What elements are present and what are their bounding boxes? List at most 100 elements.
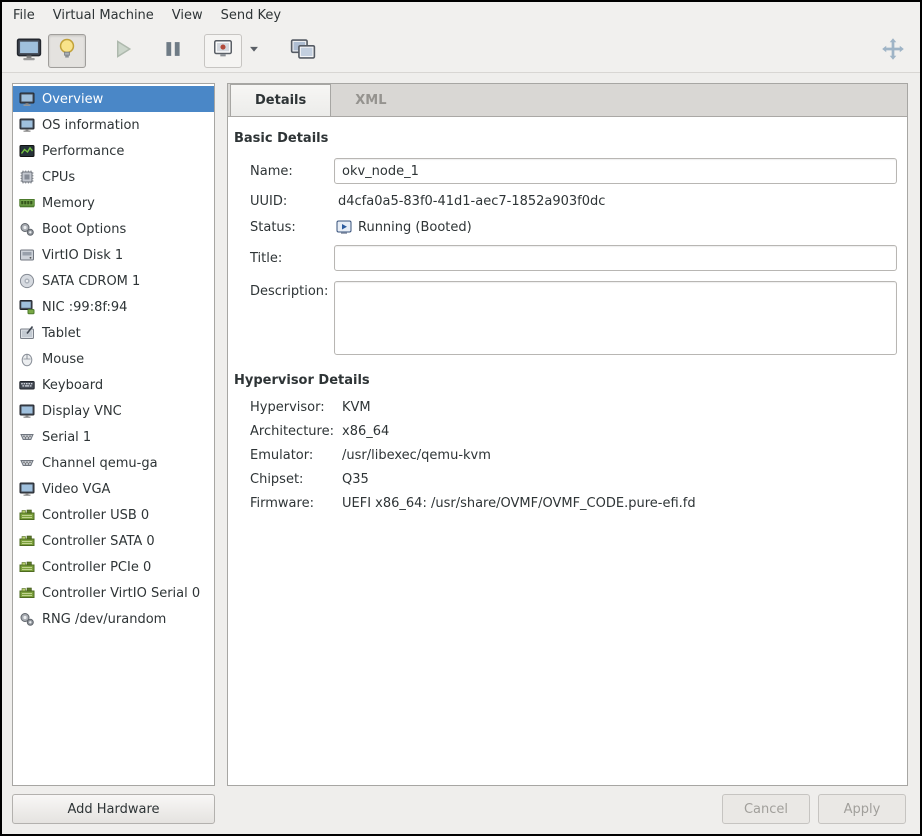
toolbar bbox=[2, 29, 920, 73]
shutdown-button[interactable] bbox=[204, 33, 242, 68]
sidebar-item-performance[interactable]: Performance bbox=[13, 138, 214, 164]
sidebar-item-virtio-disk-1[interactable]: VirtIO Disk 1 bbox=[13, 242, 214, 268]
fullscreen-button[interactable] bbox=[874, 34, 912, 68]
sidebar-item-label: Mouse bbox=[42, 351, 85, 367]
fullscreen-arrows-icon bbox=[881, 37, 905, 64]
sidebar-item-sata-cdrom-1[interactable]: SATA CDROM 1 bbox=[13, 268, 214, 294]
run-button[interactable] bbox=[104, 34, 142, 68]
description-label: Description: bbox=[250, 284, 329, 299]
sidebar-item-video-vga[interactable]: Video VGA bbox=[13, 476, 214, 502]
sidebar-item-label: Boot Options bbox=[42, 221, 127, 237]
mouse-icon bbox=[19, 351, 35, 367]
tab-xml[interactable]: XML bbox=[331, 84, 410, 116]
sidebar-item-controller-sata-0[interactable]: Controller SATA 0 bbox=[13, 528, 214, 554]
sidebar-item-display-vnc[interactable]: Display VNC bbox=[13, 398, 214, 424]
window-body: Overview OS information Performance CPUs… bbox=[2, 73, 920, 786]
sidebar-item-label: VirtIO Disk 1 bbox=[42, 247, 124, 263]
lightbulb-icon bbox=[55, 37, 79, 64]
title-input[interactable] bbox=[334, 245, 897, 271]
sidebar-item-label: Controller VirtIO Serial 0 bbox=[42, 585, 201, 601]
controller-board-icon bbox=[19, 559, 35, 575]
sidebar-item-controller-usb-0[interactable]: Controller USB 0 bbox=[13, 502, 214, 528]
shutdown-icon bbox=[211, 37, 235, 64]
sidebar-item-label: Display VNC bbox=[42, 403, 122, 419]
sidebar-item-tablet[interactable]: Tablet bbox=[13, 320, 214, 346]
name-label: Name: bbox=[250, 163, 293, 179]
emulator-value: /usr/libexec/qemu-kvm bbox=[342, 448, 491, 463]
add-hardware-button[interactable]: Add Hardware bbox=[12, 794, 215, 824]
monitor-icon bbox=[19, 91, 35, 107]
cdrom-icon bbox=[19, 273, 35, 289]
sidebar-item-label: Controller PCIe 0 bbox=[42, 559, 152, 575]
firmware-label: Firmware: bbox=[250, 496, 314, 511]
chipset-value: Q35 bbox=[342, 472, 369, 487]
footer-actions: Cancel Apply bbox=[722, 794, 906, 824]
name-input[interactable] bbox=[334, 158, 897, 184]
status-value-row: Running (Booted) bbox=[334, 219, 897, 235]
cancel-button[interactable]: Cancel bbox=[722, 794, 810, 824]
console-monitor-icon bbox=[16, 36, 42, 65]
details-notebook: Details XML Basic Details Name: UUID: d4… bbox=[227, 83, 908, 786]
sidebar-item-keyboard[interactable]: Keyboard bbox=[13, 372, 214, 398]
emulator-label: Emulator: bbox=[250, 448, 314, 463]
cpu-icon bbox=[19, 169, 35, 185]
serial-port-icon bbox=[19, 429, 35, 445]
snapshots-button[interactable] bbox=[284, 34, 322, 68]
performance-graph-icon bbox=[19, 143, 35, 159]
sidebar-item-os-information[interactable]: OS information bbox=[13, 112, 214, 138]
sidebar-item-label: Memory bbox=[42, 195, 95, 211]
play-icon bbox=[111, 37, 135, 64]
description-input[interactable] bbox=[334, 281, 897, 355]
monitor-icon bbox=[19, 481, 35, 497]
sidebar-item-label: Video VGA bbox=[42, 481, 111, 497]
sidebar-item-nic[interactable]: NIC :99:8f:94 bbox=[13, 294, 214, 320]
monitor-icon bbox=[19, 117, 35, 133]
hypervisor-details-form: Hypervisor: KVM Architecture: x86_64 Emu… bbox=[250, 400, 897, 511]
sidebar-item-memory[interactable]: Memory bbox=[13, 190, 214, 216]
hardware-details-button[interactable] bbox=[48, 33, 86, 68]
console-button[interactable] bbox=[10, 34, 48, 68]
pause-button[interactable] bbox=[154, 34, 192, 68]
snapshots-icon bbox=[290, 36, 316, 65]
hypervisor-value: KVM bbox=[342, 400, 371, 415]
hypervisor-details-heading: Hypervisor Details bbox=[234, 373, 370, 388]
sidebar-item-label: CPUs bbox=[42, 169, 76, 185]
gears-icon bbox=[19, 221, 35, 237]
menu-file[interactable]: File bbox=[4, 4, 44, 27]
disk-icon bbox=[19, 247, 35, 263]
details-content: Basic Details Name: UUID: d4cfa0a5-83f0-… bbox=[228, 117, 907, 785]
sidebar-item-overview[interactable]: Overview bbox=[13, 86, 214, 112]
status-label: Status: bbox=[250, 219, 296, 235]
sidebar-item-label: Serial 1 bbox=[42, 429, 92, 445]
sidebar-item-mouse[interactable]: Mouse bbox=[13, 346, 214, 372]
menubar: File Virtual Machine View Send Key bbox=[2, 2, 920, 29]
keyboard-icon bbox=[19, 377, 35, 393]
sidebar-item-boot-options[interactable]: Boot Options bbox=[13, 216, 214, 242]
sidebar-item-serial-1[interactable]: Serial 1 bbox=[13, 424, 214, 450]
sidebar-item-cpus[interactable]: CPUs bbox=[13, 164, 214, 190]
tab-details[interactable]: Details bbox=[230, 84, 332, 116]
sidebar-item-label: RNG /dev/urandom bbox=[42, 611, 167, 627]
firmware-value: UEFI x86_64: /usr/share/OVMF/OVMF_CODE.p… bbox=[342, 496, 696, 511]
shutdown-menu-button[interactable] bbox=[242, 34, 266, 68]
menu-virtual-machine[interactable]: Virtual Machine bbox=[44, 4, 163, 27]
gears-icon bbox=[19, 611, 35, 627]
basic-details-form: Name: UUID: d4cfa0a5-83f0-41d1-aec7-1852… bbox=[250, 158, 897, 355]
controller-board-icon bbox=[19, 533, 35, 549]
sidebar-item-rng[interactable]: RNG /dev/urandom bbox=[13, 606, 214, 632]
status-value: Running (Booted) bbox=[358, 219, 472, 235]
sidebar-item-label: Keyboard bbox=[42, 377, 104, 393]
sidebar-item-controller-virtio-serial-0[interactable]: Controller VirtIO Serial 0 bbox=[13, 580, 214, 606]
sidebar-item-controller-pcie-0[interactable]: Controller PCIe 0 bbox=[13, 554, 214, 580]
sidebar-item-label: OS information bbox=[42, 117, 140, 133]
menu-send-key[interactable]: Send Key bbox=[212, 4, 290, 27]
nic-icon bbox=[19, 299, 35, 315]
sidebar-item-channel-qemu-ga[interactable]: Channel qemu-ga bbox=[13, 450, 214, 476]
memory-icon bbox=[19, 195, 35, 211]
hypervisor-label: Hypervisor: bbox=[250, 400, 325, 415]
architecture-value: x86_64 bbox=[342, 424, 390, 439]
apply-button[interactable]: Apply bbox=[818, 794, 906, 824]
sidebar-item-label: Channel qemu-ga bbox=[42, 455, 158, 471]
menu-view[interactable]: View bbox=[163, 4, 212, 27]
uuid-value: d4cfa0a5-83f0-41d1-aec7-1852a903f0dc bbox=[338, 194, 606, 209]
